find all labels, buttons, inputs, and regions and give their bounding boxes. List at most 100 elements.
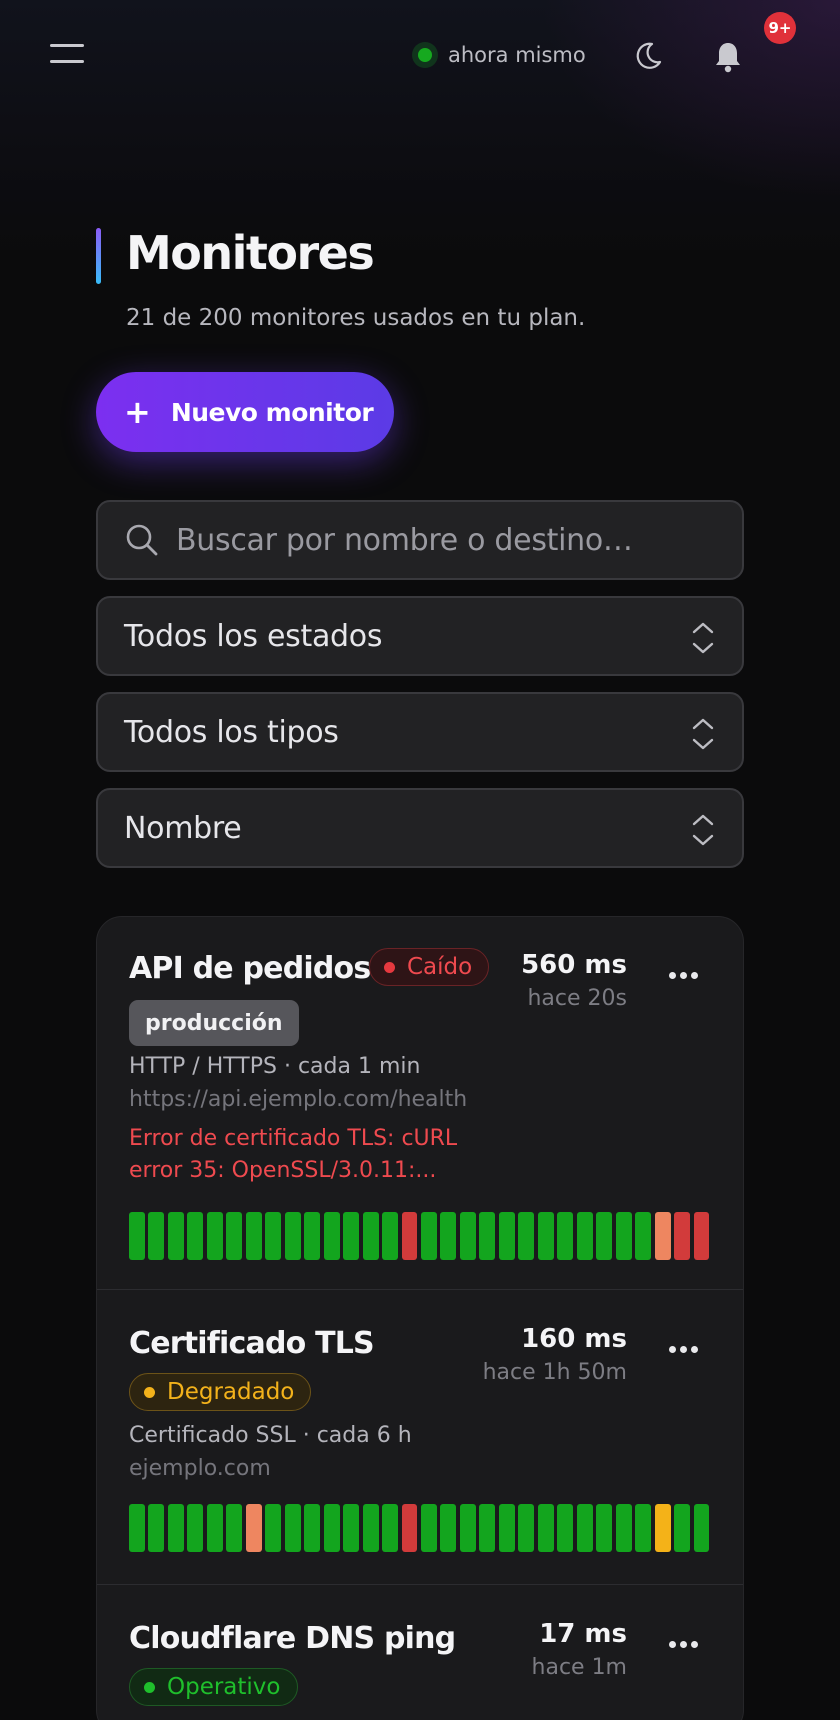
uptime-bar-ok[interactable]	[245, 1212, 262, 1260]
uptime-bar-ok[interactable]	[459, 1504, 476, 1552]
connection-status: ahora mismo	[412, 40, 586, 70]
new-monitor-button[interactable]: + Nuevo monitor	[96, 372, 394, 452]
chevron-up-down-icon	[692, 622, 714, 654]
uptime-bar-ok[interactable]	[518, 1212, 535, 1260]
error-line: Error de certificado TLS: cURL	[129, 1126, 458, 1151]
monitor-name[interactable]: Certificado TLS	[129, 1326, 375, 1361]
uptime-bar-ok[interactable]	[284, 1504, 301, 1552]
status-filter-select[interactable]: Todos los estados	[96, 596, 744, 676]
uptime-bar-ok[interactable]	[421, 1212, 437, 1260]
uptime-bar-ok[interactable]	[206, 1212, 223, 1260]
plus-icon: +	[124, 393, 151, 431]
uptime-bar-ok[interactable]	[537, 1504, 554, 1552]
uptime-bar-down[interactable]	[401, 1504, 418, 1552]
uptime-bar-ok[interactable]	[459, 1212, 476, 1260]
type-filter-select[interactable]: Todos los tipos	[96, 692, 744, 772]
search-input[interactable]	[176, 522, 696, 558]
uptime-bar-down[interactable]	[401, 1212, 418, 1260]
monitor-name[interactable]: Cloudflare DNS ping	[129, 1621, 456, 1656]
uptime-bar-ok[interactable]	[557, 1504, 574, 1552]
uptime-bar-warn[interactable]	[245, 1504, 262, 1552]
notification-badge: 9+	[764, 12, 796, 44]
uptime-bar-ok[interactable]	[167, 1504, 184, 1552]
uptime-bar-ok[interactable]	[187, 1504, 204, 1552]
chevron-up-down-icon	[692, 814, 714, 846]
uptime-bar-ok[interactable]	[362, 1504, 379, 1552]
menu-icon[interactable]	[50, 44, 84, 66]
uptime-bar-ok[interactable]	[148, 1212, 165, 1260]
uptime-bar-ok[interactable]	[440, 1504, 457, 1552]
uptime-bar-ok[interactable]	[440, 1212, 457, 1260]
uptime-bar-ok[interactable]	[615, 1504, 632, 1552]
uptime-bar-ok[interactable]	[265, 1212, 282, 1260]
uptime-bar-ok[interactable]	[576, 1212, 593, 1260]
plan-usage-text: 21 de 200 monitores usados en tu plan.	[126, 305, 586, 331]
uptime-bar-ok[interactable]	[206, 1504, 223, 1552]
status-badge: Operativo	[129, 1668, 298, 1706]
uptime-bar-ok[interactable]	[537, 1212, 554, 1260]
status-dot-icon	[412, 42, 438, 68]
uptime-bar-ok[interactable]	[284, 1212, 301, 1260]
uptime-bar-ok[interactable]	[693, 1504, 710, 1552]
uptime-bar-ok[interactable]	[421, 1504, 437, 1552]
new-monitor-label: Nuevo monitor	[170, 397, 374, 427]
uptime-bar-ok[interactable]	[498, 1212, 515, 1260]
more-options-icon[interactable]	[669, 1641, 699, 1651]
status-label: Degradado	[167, 1379, 295, 1405]
uptime-bar-ok[interactable]	[226, 1504, 243, 1552]
uptime-bar-ok[interactable]	[343, 1504, 360, 1552]
uptime-history	[129, 1504, 713, 1552]
uptime-bar-ok[interactable]	[265, 1504, 282, 1552]
uptime-bar-ok[interactable]	[362, 1212, 379, 1260]
uptime-bar-down[interactable]	[693, 1212, 710, 1260]
error-line: error 35: OpenSSL/3.0.11:...	[129, 1158, 437, 1183]
uptime-bar-ok[interactable]	[129, 1212, 145, 1260]
uptime-bar-ok[interactable]	[323, 1504, 340, 1552]
uptime-bar-ok[interactable]	[148, 1504, 165, 1552]
status-badge: Caído	[369, 948, 490, 986]
uptime-bar-ok[interactable]	[615, 1212, 632, 1260]
uptime-bar-ok[interactable]	[518, 1504, 535, 1552]
uptime-bar-ok[interactable]	[304, 1504, 321, 1552]
bell-icon[interactable]	[712, 40, 744, 74]
uptime-bar-ok[interactable]	[129, 1504, 145, 1552]
more-options-icon[interactable]	[669, 972, 699, 982]
search-icon	[126, 524, 158, 556]
title-accent-bar	[96, 228, 101, 284]
uptime-bar-ok[interactable]	[187, 1212, 204, 1260]
uptime-bar-degraded[interactable]	[654, 1504, 671, 1552]
uptime-bar-ok[interactable]	[323, 1212, 340, 1260]
monitor-target: ejemplo.com	[129, 1456, 271, 1481]
uptime-bar-ok[interactable]	[635, 1504, 652, 1552]
uptime-bar-ok[interactable]	[479, 1212, 496, 1260]
search-field[interactable]	[96, 500, 744, 580]
uptime-bar-ok[interactable]	[596, 1212, 613, 1260]
uptime-bar-ok[interactable]	[498, 1504, 515, 1552]
uptime-bar-ok[interactable]	[382, 1504, 399, 1552]
uptime-bar-ok[interactable]	[596, 1504, 613, 1552]
uptime-bar-ok[interactable]	[226, 1212, 243, 1260]
uptime-bar-ok[interactable]	[557, 1212, 574, 1260]
uptime-bar-ok[interactable]	[674, 1504, 691, 1552]
monitor-row[interactable]: Certificado TLS Degradado 160 ms hace 1h…	[97, 1290, 743, 1585]
uptime-bar-warn[interactable]	[654, 1212, 671, 1260]
uptime-bar-ok[interactable]	[635, 1212, 652, 1260]
uptime-bar-ok[interactable]	[576, 1504, 593, 1552]
sort-select[interactable]: Nombre	[96, 788, 744, 868]
monitor-name[interactable]: API de pedidos	[129, 951, 371, 986]
uptime-bar-down[interactable]	[674, 1212, 691, 1260]
uptime-bar-ok[interactable]	[343, 1212, 360, 1260]
response-time: 160 ms	[521, 1324, 627, 1354]
uptime-bar-ok[interactable]	[167, 1212, 184, 1260]
moon-icon[interactable]	[632, 40, 664, 72]
status-label: Operativo	[167, 1674, 281, 1700]
uptime-bar-ok[interactable]	[382, 1212, 399, 1260]
monitor-row[interactable]: Cloudflare DNS ping Operativo 17 ms hace…	[97, 1585, 743, 1720]
monitor-type-interval: Certificado SSL · cada 6 h	[129, 1423, 412, 1448]
more-options-icon[interactable]	[669, 1346, 699, 1356]
uptime-bar-ok[interactable]	[304, 1212, 321, 1260]
monitor-row[interactable]: API de pedidos Caído producción 560 ms h…	[97, 917, 743, 1290]
status-filter-value: Todos los estados	[124, 618, 383, 654]
uptime-bar-ok[interactable]	[479, 1504, 496, 1552]
status-dot-icon	[144, 1681, 155, 1693]
